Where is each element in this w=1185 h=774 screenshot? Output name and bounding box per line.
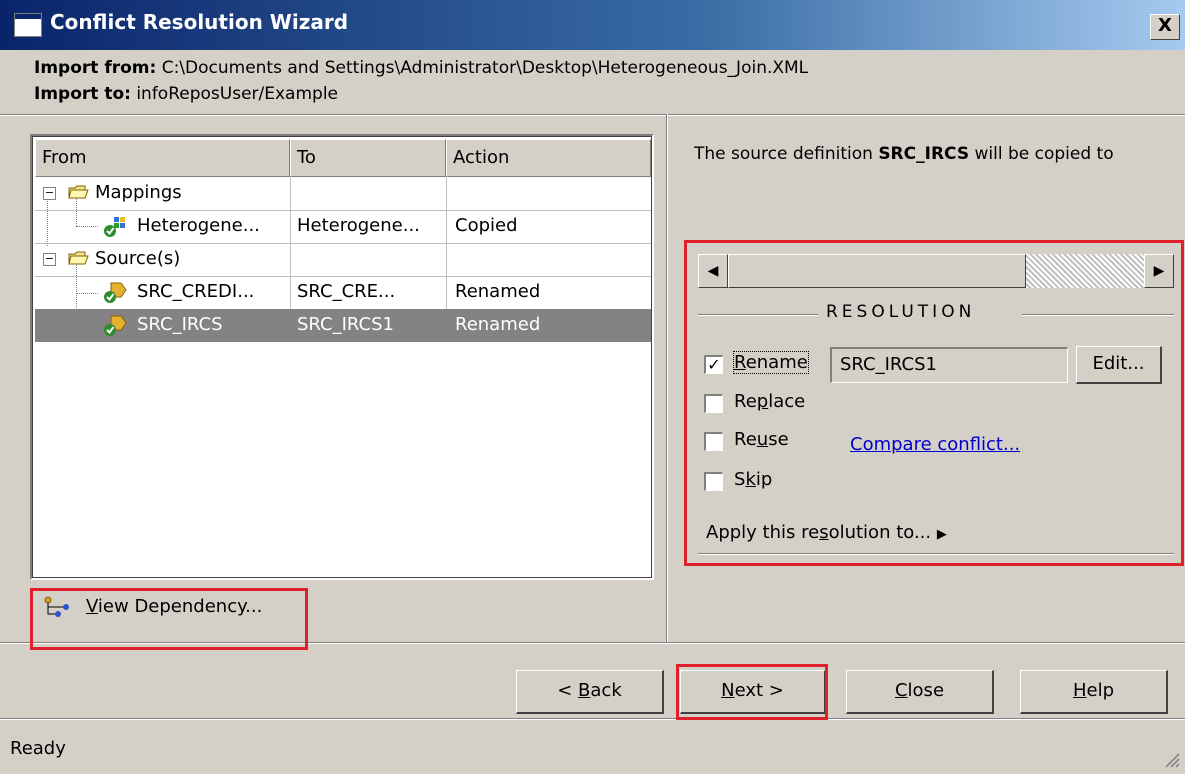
replace-checkbox[interactable] bbox=[704, 394, 723, 413]
import-from-line: Import from: C:\Documents and Settings\A… bbox=[34, 58, 808, 78]
import-to-line: Import to: infoReposUser/Example bbox=[34, 84, 338, 104]
rename-checkbox[interactable]: ✓ bbox=[704, 355, 723, 374]
group-box-border bbox=[1022, 314, 1174, 316]
window-title: Conflict Resolution Wizard bbox=[50, 10, 349, 34]
title-bar[interactable]: Conflict Resolution Wizard bbox=[0, 0, 1185, 50]
reuse-checkbox[interactable] bbox=[704, 432, 723, 451]
apply-resolution-menu[interactable]: Apply this resolution to... ▶ bbox=[706, 522, 947, 543]
separator bbox=[698, 553, 1174, 555]
dependency-icon bbox=[44, 596, 69, 617]
resize-grip-icon[interactable] bbox=[1160, 748, 1180, 768]
column-header-from[interactable]: From bbox=[35, 139, 290, 177]
tree-row-from: Source(s) bbox=[95, 248, 181, 269]
help-button[interactable]: Help bbox=[1020, 670, 1168, 714]
folder-icon bbox=[68, 251, 89, 265]
compare-conflict-link[interactable]: Compare conflict... bbox=[850, 434, 1020, 455]
view-dependency-label: View Dependency... bbox=[86, 596, 263, 617]
separator bbox=[0, 642, 1185, 644]
tree-row-action: Renamed bbox=[455, 314, 541, 335]
column-header-action[interactable]: Action bbox=[446, 139, 651, 177]
tree-row-from: Mappings bbox=[95, 182, 182, 203]
collapse-icon[interactable]: − bbox=[43, 187, 56, 200]
reuse-label[interactable]: Reuse bbox=[734, 429, 789, 450]
tree-row-from: SRC_CREDI... bbox=[137, 281, 255, 302]
conflict-description: The source definition SRC_IRCS will be c… bbox=[694, 144, 1114, 164]
folder-icon bbox=[68, 185, 89, 199]
tree-row-heterogeneous-mapping[interactable]: Heterogene... Heterogene... Copied bbox=[35, 210, 651, 243]
tree-row-to: SRC_CRE... bbox=[297, 281, 396, 302]
skip-label[interactable]: Skip bbox=[734, 469, 772, 490]
edit-button[interactable]: Edit... bbox=[1076, 346, 1162, 384]
separator bbox=[0, 114, 1185, 116]
scroll-right-arrow-icon[interactable]: ▶ bbox=[1144, 254, 1174, 288]
close-button[interactable]: Close bbox=[846, 670, 994, 714]
collapse-icon[interactable]: − bbox=[43, 253, 56, 266]
next-button[interactable]: Next > bbox=[680, 670, 826, 714]
submenu-arrow-icon: ▶ bbox=[936, 527, 947, 542]
import-to-label: Import to: bbox=[34, 84, 131, 104]
tree-row-mappings[interactable]: − Mappings bbox=[35, 177, 651, 210]
tree-row-to: SRC_IRCS1 bbox=[297, 314, 394, 335]
tree-row-from: SRC_IRCS bbox=[137, 314, 223, 335]
resolution-group-label: RESOLUTION bbox=[826, 302, 976, 322]
import-from-value: C:\Documents and Settings\Administrator\… bbox=[161, 58, 809, 78]
conflict-tree-list[interactable]: From To Action − Mappings Heterogene... bbox=[30, 134, 654, 580]
scroll-left-arrow-icon[interactable]: ◀ bbox=[698, 254, 728, 288]
tree-row-src-credi[interactable]: SRC_CREDI... SRC_CRE... Renamed bbox=[35, 276, 651, 309]
source-definition-icon bbox=[104, 315, 127, 336]
tree-row-action: Renamed bbox=[455, 281, 541, 302]
column-header-to[interactable]: To bbox=[290, 139, 446, 177]
tree-row-to: Heterogene... bbox=[297, 215, 420, 236]
mapping-icon bbox=[104, 217, 125, 237]
tree-row-src-ircs[interactable]: SRC_IRCS SRC_IRCS1 Renamed bbox=[35, 309, 651, 342]
tree-row-action: Copied bbox=[455, 215, 518, 236]
tree-row-sources[interactable]: − Source(s) bbox=[35, 243, 651, 276]
import-from-label: Import from: bbox=[34, 58, 157, 78]
separator bbox=[666, 114, 668, 642]
close-window-button[interactable]: X bbox=[1150, 14, 1180, 40]
tree-row-from: Heterogene... bbox=[137, 215, 260, 236]
import-to-value: infoReposUser/Example bbox=[136, 84, 338, 104]
group-box-border bbox=[698, 314, 818, 316]
horizontal-scrollbar[interactable]: ◀ ▶ bbox=[698, 254, 1174, 288]
replace-label[interactable]: Replace bbox=[734, 391, 805, 412]
scrollbar-thumb[interactable] bbox=[728, 254, 1026, 288]
separator bbox=[0, 718, 1185, 720]
scrollbar-track[interactable] bbox=[1026, 254, 1144, 288]
rename-label[interactable]: Rename bbox=[733, 351, 809, 374]
source-definition-icon bbox=[104, 282, 127, 303]
back-button[interactable]: < Back bbox=[516, 670, 664, 714]
rename-value-field[interactable]: SRC_IRCS1 bbox=[830, 347, 1068, 383]
skip-checkbox[interactable] bbox=[704, 472, 723, 491]
status-text: Ready bbox=[10, 738, 66, 759]
app-window-icon bbox=[14, 13, 42, 37]
